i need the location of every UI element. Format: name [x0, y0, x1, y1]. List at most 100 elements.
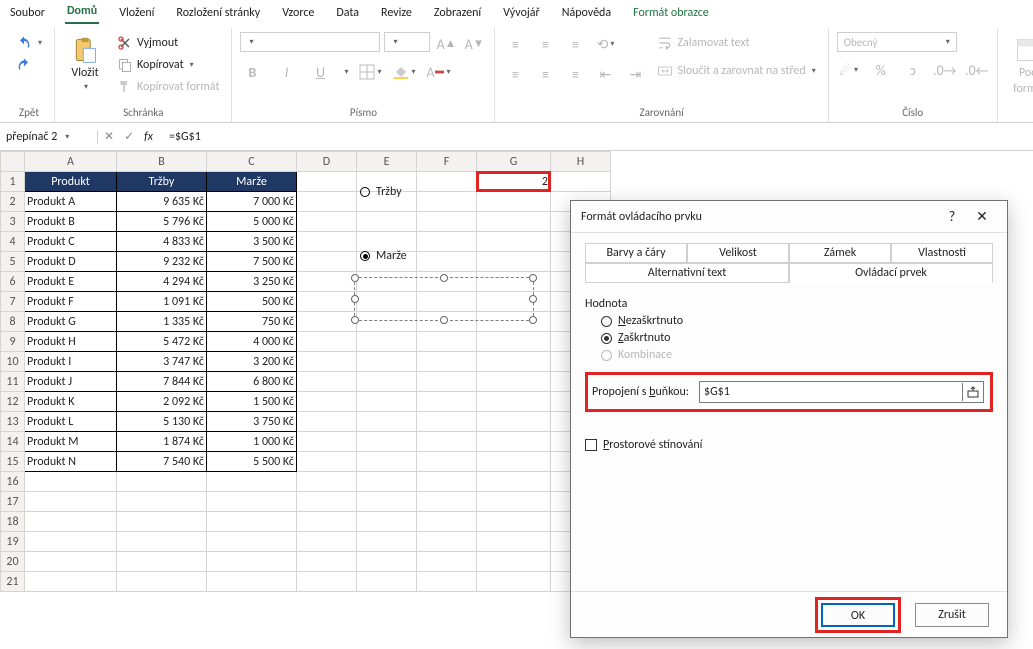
- cell[interactable]: [25, 472, 117, 492]
- cell[interactable]: Produkt D: [25, 252, 117, 272]
- tab-revize[interactable]: Revize: [379, 4, 414, 24]
- cell[interactable]: 1 000 Kč: [207, 432, 297, 452]
- cell[interactable]: [417, 472, 477, 492]
- cell[interactable]: [297, 472, 357, 492]
- row-header[interactable]: 13: [1, 412, 25, 432]
- cell[interactable]: [297, 492, 357, 512]
- conditional-format-button[interactable]: Poc forma: [1006, 32, 1033, 96]
- cell[interactable]: [417, 432, 477, 452]
- cell[interactable]: Produkt A: [25, 192, 117, 212]
- radio-marze[interactable]: Marže: [360, 245, 407, 267]
- cell[interactable]: [477, 412, 551, 432]
- align-middle-button[interactable]: ≡: [533, 32, 557, 56]
- cell[interactable]: [207, 532, 297, 552]
- row-header[interactable]: 20: [1, 552, 25, 572]
- close-button[interactable]: ✕: [967, 208, 997, 225]
- row-header[interactable]: 17: [1, 492, 25, 512]
- row-header[interactable]: 16: [1, 472, 25, 492]
- row-header[interactable]: 15: [1, 452, 25, 472]
- row-header[interactable]: 2: [1, 192, 25, 212]
- row-header[interactable]: 18: [1, 512, 25, 532]
- tab-data[interactable]: Data: [334, 4, 361, 24]
- cell[interactable]: Produkt B: [25, 212, 117, 232]
- cell[interactable]: Produkt C: [25, 232, 117, 252]
- cell[interactable]: [477, 432, 551, 452]
- borders-button[interactable]: ▾: [358, 60, 382, 84]
- cell[interactable]: [357, 472, 417, 492]
- cell[interactable]: [417, 252, 477, 272]
- cell[interactable]: [357, 452, 417, 472]
- cell[interactable]: [417, 572, 477, 592]
- col-header-A[interactable]: A: [25, 152, 117, 172]
- cell[interactable]: [297, 412, 357, 432]
- col-header-D[interactable]: D: [297, 152, 357, 172]
- cell[interactable]: [297, 272, 357, 292]
- tab-zobrazeni[interactable]: Zobrazení: [432, 4, 483, 24]
- resize-handle[interactable]: [529, 295, 537, 303]
- cell[interactable]: [25, 552, 117, 572]
- tab-napoveda[interactable]: Nápověda: [560, 4, 613, 24]
- row-header[interactable]: 4: [1, 232, 25, 252]
- increase-font-button[interactable]: A▲: [434, 32, 458, 56]
- select-all-corner[interactable]: [1, 152, 25, 172]
- cell[interactable]: Produkt K: [25, 392, 117, 412]
- tab-zamek[interactable]: Zámek: [789, 243, 891, 263]
- cell[interactable]: 5 796 Kč: [117, 212, 207, 232]
- prostor-stinovani-checkbox[interactable]: Prostorové stínování: [585, 438, 993, 452]
- tab-vzorce[interactable]: Vzorce: [280, 4, 316, 24]
- cell[interactable]: [417, 512, 477, 532]
- cell[interactable]: [417, 392, 477, 412]
- undo-button[interactable]: ▾: [12, 32, 46, 54]
- align-top-button[interactable]: ≡: [503, 32, 527, 56]
- tab-vlozeni[interactable]: Vložení: [117, 4, 156, 24]
- cell[interactable]: [297, 192, 357, 212]
- cell[interactable]: [297, 552, 357, 572]
- percent-button[interactable]: %: [869, 58, 893, 82]
- cell[interactable]: [117, 472, 207, 492]
- cell[interactable]: [357, 412, 417, 432]
- cell[interactable]: [207, 572, 297, 592]
- tab-vyvojar[interactable]: Vývojář: [501, 4, 542, 24]
- cell[interactable]: [357, 372, 417, 392]
- cell[interactable]: Produkt M: [25, 432, 117, 452]
- cell[interactable]: [417, 332, 477, 352]
- redo-button[interactable]: [12, 54, 46, 76]
- col-header-E[interactable]: E: [357, 152, 417, 172]
- radio-zaskrtnuto[interactable]: Zaškrtnuto: [601, 331, 993, 345]
- currency-button[interactable]: ☄▾: [837, 58, 861, 82]
- cell[interactable]: Produkt G: [25, 312, 117, 332]
- cell[interactable]: [207, 512, 297, 532]
- cell[interactable]: [117, 492, 207, 512]
- cell[interactable]: 2 092 Kč: [117, 392, 207, 412]
- cell[interactable]: [417, 412, 477, 432]
- fill-color-button[interactable]: ▾: [392, 60, 416, 84]
- resize-handle[interactable]: [351, 295, 359, 303]
- cell[interactable]: Produkt H: [25, 332, 117, 352]
- zrusit-button[interactable]: Zrušit: [915, 603, 989, 627]
- cell[interactable]: 3 200 Kč: [207, 352, 297, 372]
- cell[interactable]: [297, 572, 357, 592]
- cell[interactable]: 4 294 Kč: [117, 272, 207, 292]
- cell[interactable]: 4 000 Kč: [207, 332, 297, 352]
- cell[interactable]: 7 540 Kč: [117, 452, 207, 472]
- resize-handle[interactable]: [351, 316, 359, 324]
- font-color-button[interactable]: A▾: [426, 60, 450, 84]
- cell[interactable]: [357, 392, 417, 412]
- cell[interactable]: [477, 232, 551, 252]
- row-header[interactable]: 7: [1, 292, 25, 312]
- align-bottom-button[interactable]: ≡: [563, 32, 587, 56]
- cell[interactable]: [297, 512, 357, 532]
- tab-domu[interactable]: Domů: [65, 2, 99, 24]
- cell[interactable]: [417, 352, 477, 372]
- orientation-button[interactable]: ⟲▾: [593, 32, 617, 56]
- cell[interactable]: [357, 572, 417, 592]
- decrease-font-button[interactable]: A▼: [462, 32, 486, 56]
- cell[interactable]: [477, 532, 551, 552]
- cell[interactable]: [417, 372, 477, 392]
- cell[interactable]: [477, 392, 551, 412]
- cell[interactable]: 7 844 Kč: [117, 372, 207, 392]
- tab-alternativni-text[interactable]: Alternativní text: [585, 263, 789, 283]
- cell[interactable]: [297, 252, 357, 272]
- wrap-text-button[interactable]: Zalamovat text: [653, 32, 819, 54]
- col-header-C[interactable]: C: [207, 152, 297, 172]
